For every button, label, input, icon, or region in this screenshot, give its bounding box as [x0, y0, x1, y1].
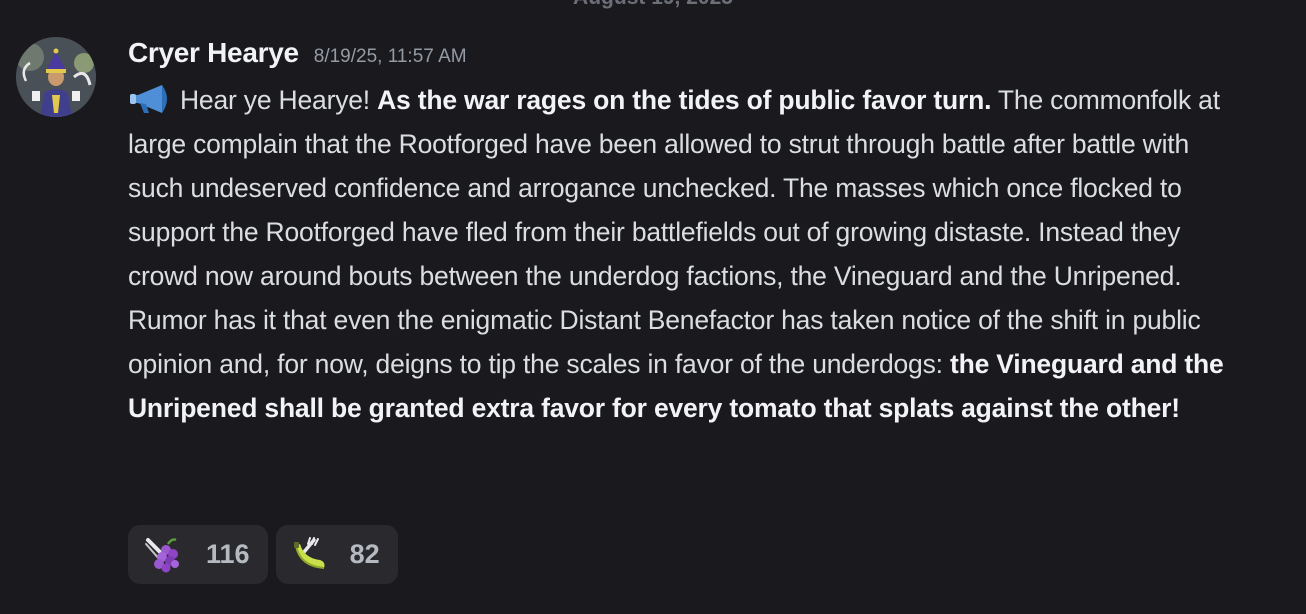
avatar-image — [16, 37, 96, 117]
chat-message: Cryer Hearye 8/19/25, 11:57 AM Hear ye H… — [0, 0, 1306, 614]
message-text-body: The commonfolk at large complain that th… — [128, 85, 1220, 379]
reaction-grapes[interactable]: 116 — [128, 525, 268, 584]
message-text-intro: Hear ye Hearye! — [180, 85, 378, 115]
banana-icon — [290, 536, 328, 574]
megaphone-icon — [128, 83, 176, 115]
grapes-icon — [142, 536, 180, 574]
reactions-bar: 116 82 — [128, 525, 398, 584]
reaction-count: 82 — [349, 539, 380, 569]
avatar[interactable] — [16, 37, 96, 117]
message-content: Hear ye Hearye! As the war rages on the … — [128, 78, 1238, 430]
message-text-bold-headline: As the war rages on the tides of public … — [377, 85, 992, 115]
username[interactable]: Cryer Hearye — [128, 37, 299, 69]
message-header: Cryer Hearye 8/19/25, 11:57 AM — [128, 37, 467, 77]
reaction-banana[interactable]: 82 — [275, 525, 398, 584]
timestamp[interactable]: 8/19/25, 11:57 AM — [314, 46, 467, 68]
reaction-count: 116 — [206, 539, 250, 569]
